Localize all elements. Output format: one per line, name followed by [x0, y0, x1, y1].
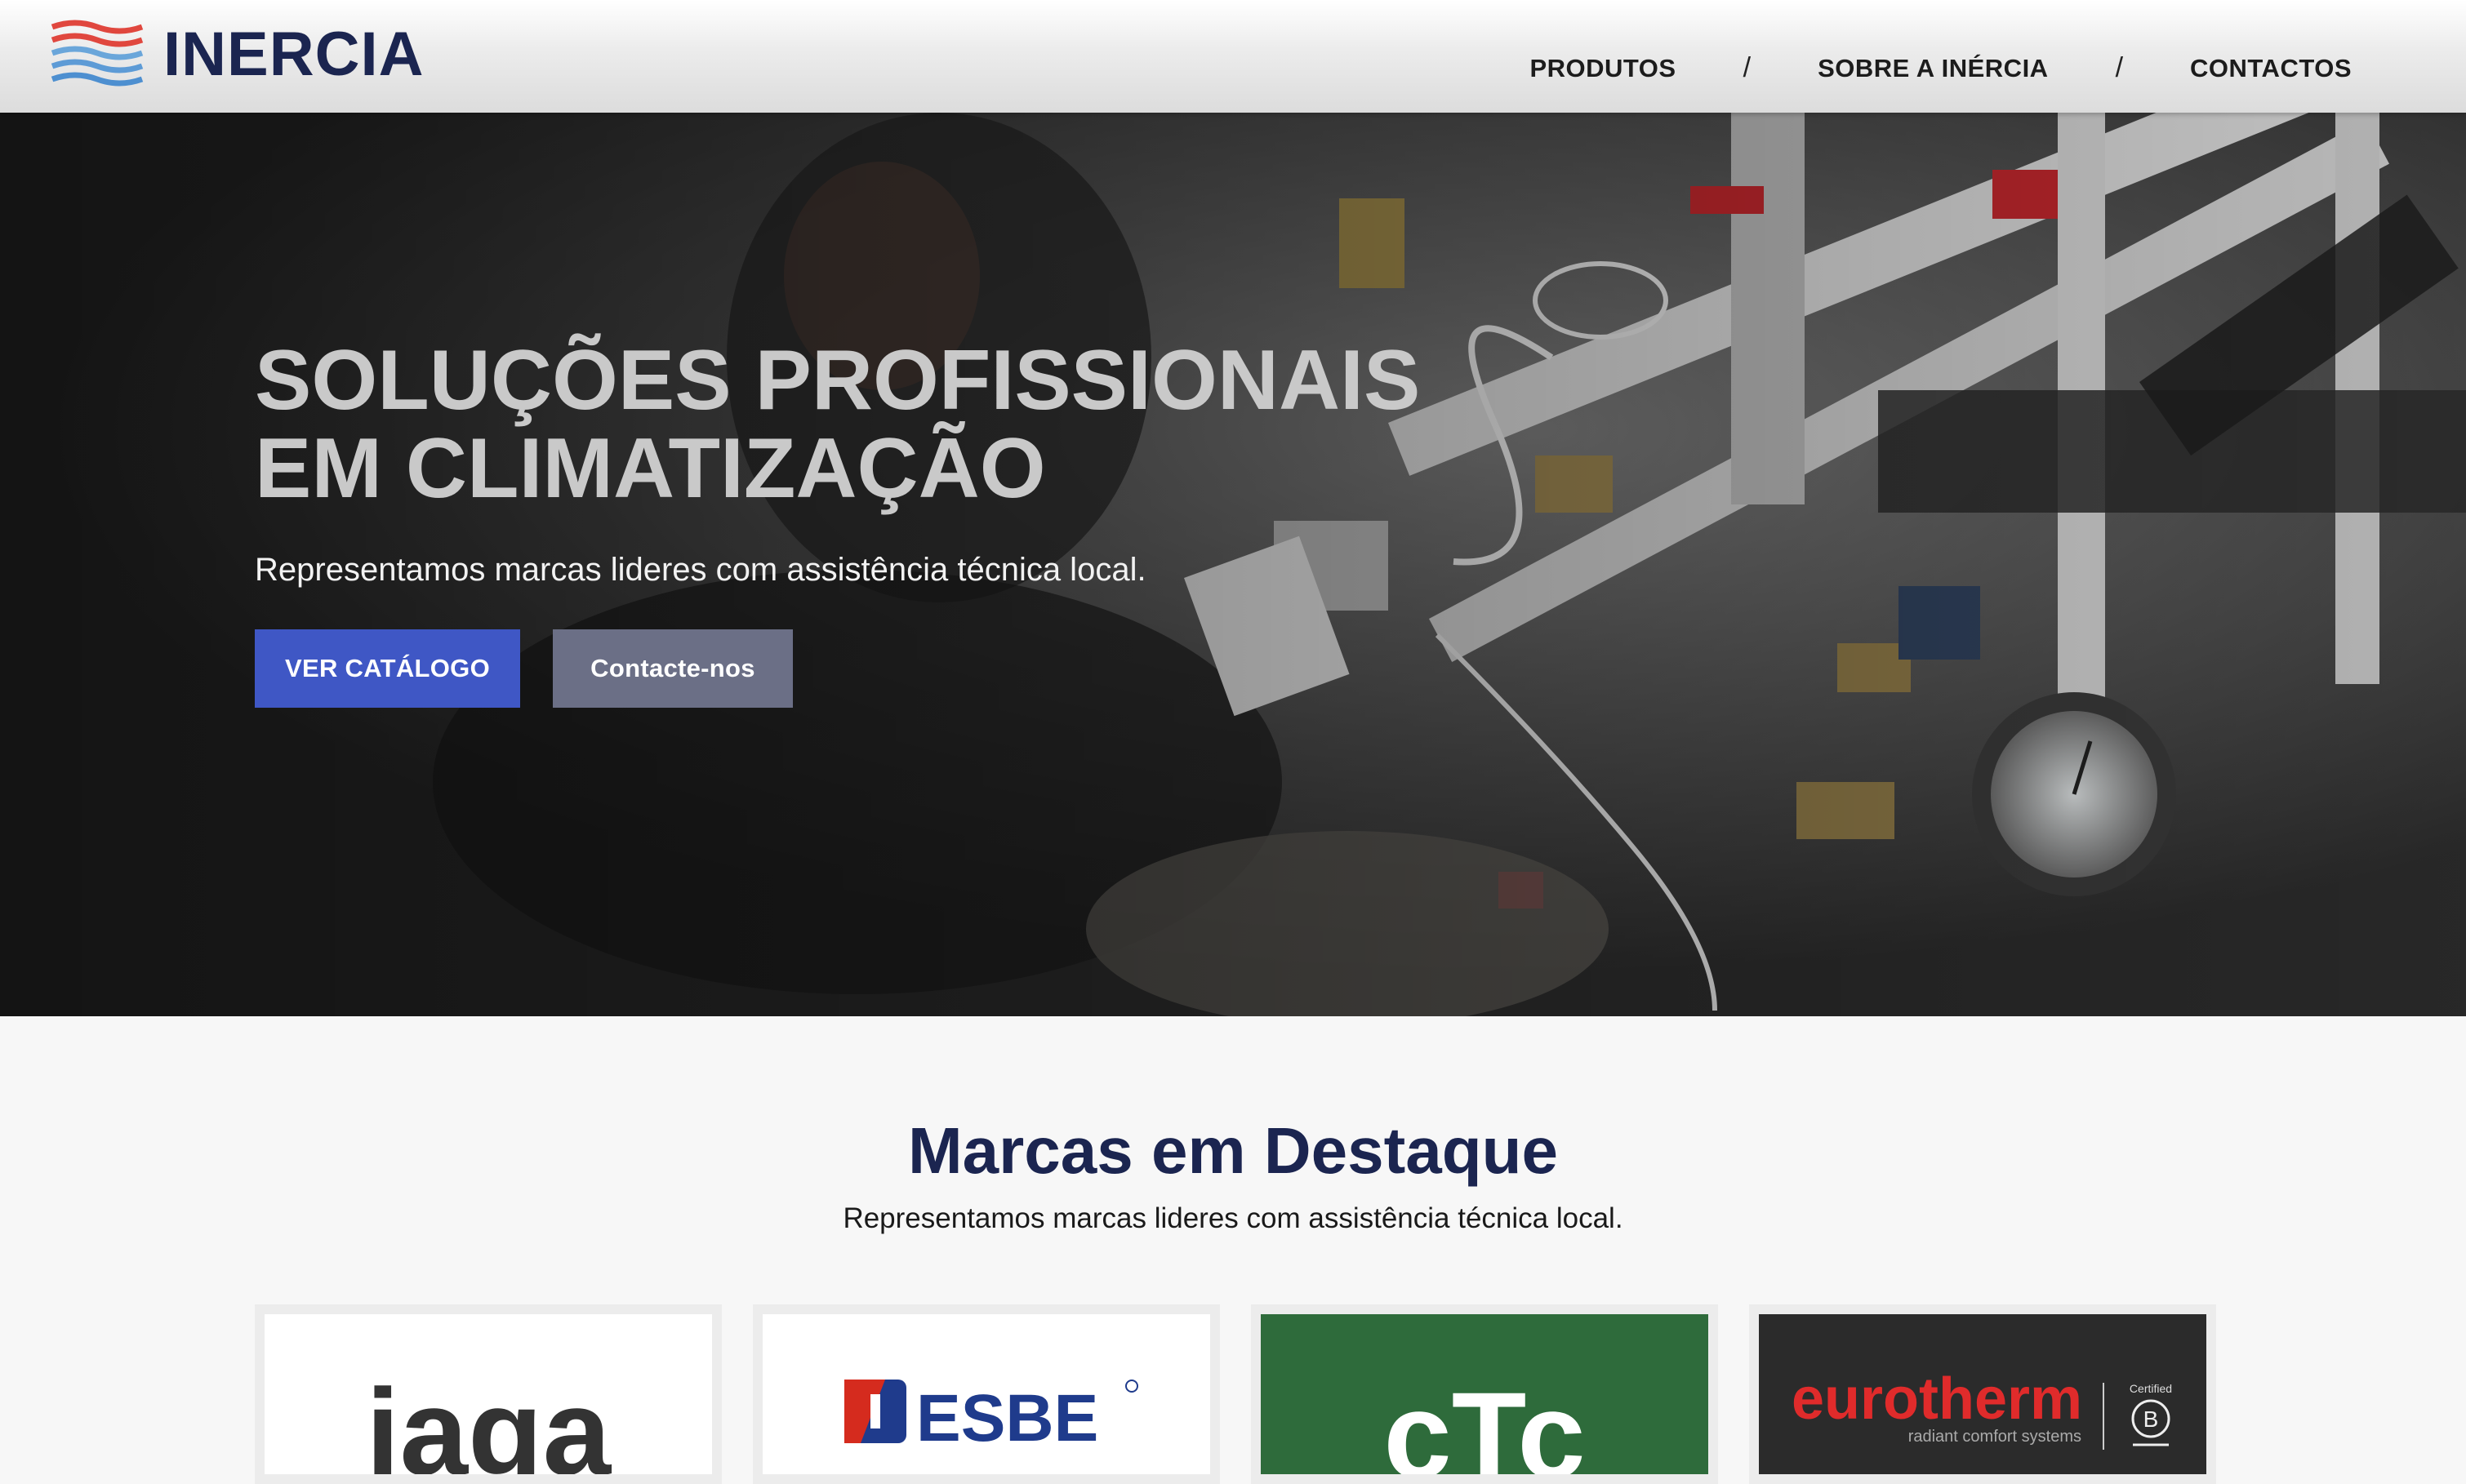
- hero-title-line1: SOLUÇÕES PROFISSIONAIS: [255, 333, 1421, 428]
- brand-name: eurotherm: [1792, 1366, 2082, 1432]
- brand-tagline: radiant comfort systems: [1908, 1428, 2081, 1446]
- brand-card-eurotherm[interactable]: eurotherm radiant comfort systems Certif…: [1749, 1304, 2216, 1484]
- hero-buttons: VER CATÁLOGO Contacte-nos: [255, 629, 1561, 708]
- eurotherm-logo-icon: eurotherm radiant comfort systems Certif…: [1792, 1366, 2172, 1450]
- contacte-nos-button[interactable]: Contacte-nos: [553, 629, 793, 708]
- nav-sobre[interactable]: SOBRE A INÉRCIA: [1818, 54, 2049, 83]
- brand-logo-jaga: jaga: [265, 1314, 712, 1474]
- brands-title: Marcas em Destaque: [908, 1114, 1558, 1187]
- brand-card-ctc[interactable]: cTc: [1251, 1304, 1718, 1484]
- brand-name: ESBE: [916, 1381, 1098, 1455]
- jaga-logo-icon: jaga: [363, 1363, 612, 1474]
- main-nav: PRODUTOS / SOBRE A INÉRCIA / CONTACTOS: [1529, 52, 2352, 84]
- brand-logo-ctc: cTc: [1261, 1314, 1708, 1474]
- ctc-logo-icon: cTc: [1383, 1366, 1585, 1474]
- brand-card-jaga[interactable]: jaga: [255, 1304, 722, 1484]
- nav-produtos[interactable]: PRODUTOS: [1529, 54, 1676, 83]
- brand-card-esbe[interactable]: ESBE: [753, 1304, 1220, 1484]
- svg-text:B: B: [2143, 1406, 2159, 1432]
- site-logo[interactable]: INERCIA: [51, 18, 424, 91]
- brand-name: jaga: [363, 1363, 612, 1474]
- nav-separator: /: [1743, 52, 1752, 83]
- site-header: INERCIA PRODUTOS / SOBRE A INÉRCIA / CON…: [0, 0, 2466, 113]
- hero-title: SOLUÇÕES PROFISSIONAIS EM CLIMATIZAÇÃO: [255, 336, 1561, 513]
- hero-content: SOLUÇÕES PROFISSIONAIS EM CLIMATIZAÇÃO R…: [255, 336, 1561, 708]
- hero-subtitle: Representamos marcas lideres com assistê…: [255, 552, 1146, 588]
- ver-catalogo-button[interactable]: VER CATÁLOGO: [255, 629, 520, 708]
- esbe-logo-icon: ESBE: [844, 1380, 1138, 1455]
- brand-badge: Certified: [2130, 1382, 2172, 1395]
- hero-title-line2: EM CLIMATIZAÇÃO: [255, 421, 1046, 516]
- hero-section: SOLUÇÕES PROFISSIONAIS EM CLIMATIZAÇÃO R…: [0, 113, 2466, 1016]
- brand-logo-eurotherm: eurotherm radiant comfort systems Certif…: [1759, 1314, 2206, 1474]
- logo-text: INERCIA: [163, 20, 425, 89]
- brand-name: cTc: [1383, 1366, 1585, 1474]
- nav-contactos[interactable]: CONTACTOS: [2190, 54, 2352, 83]
- brand-logo-esbe: ESBE: [763, 1314, 1210, 1474]
- brands-subtitle: Representamos marcas lideres com assistê…: [843, 1202, 1623, 1234]
- logo-waves-icon: [51, 20, 144, 87]
- nav-separator: /: [2115, 52, 2124, 83]
